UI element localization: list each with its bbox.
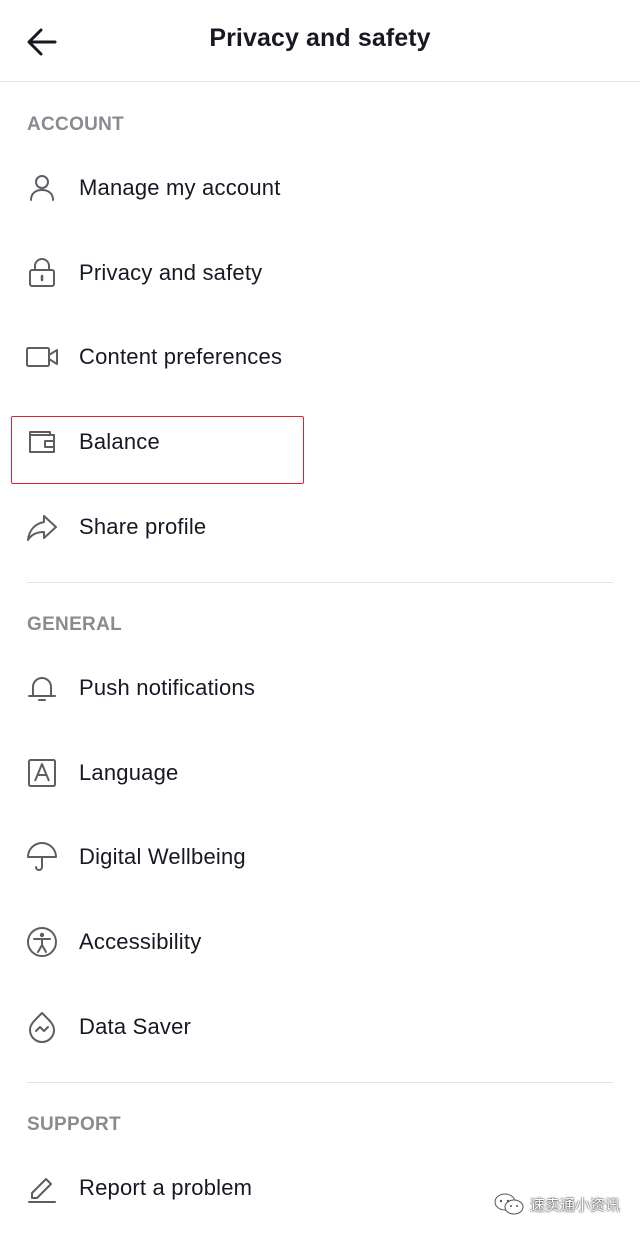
- header: Privacy and safety: [0, 0, 640, 82]
- menu-item-balance[interactable]: Balance: [0, 400, 640, 484]
- lock-icon: [25, 256, 59, 290]
- section-title-support: SUPPORT: [27, 1114, 121, 1135]
- menu-item-data-saver[interactable]: Data Saver: [0, 985, 640, 1069]
- divider: [27, 1082, 613, 1083]
- page-title: Privacy and safety: [209, 24, 431, 52]
- person-icon: [25, 171, 59, 205]
- umbrella-icon: [25, 840, 59, 874]
- wechat-logo-icon: [494, 1193, 524, 1215]
- menu-item-digital-wellbeing[interactable]: Digital Wellbeing: [0, 815, 640, 899]
- menu-label: Balance: [79, 429, 160, 454]
- menu-item-content-preferences[interactable]: Content preferences: [0, 315, 640, 399]
- wallet-icon: [25, 425, 59, 459]
- watermark-text: 速卖通小资讯: [529, 1196, 620, 1214]
- menu-label: Manage my account: [79, 175, 281, 200]
- menu-label: Report a problem: [79, 1175, 253, 1200]
- accessibility-icon: [25, 925, 59, 959]
- menu-item-manage-account[interactable]: Manage my account: [0, 146, 640, 230]
- menu-item-privacy-safety[interactable]: Privacy and safety: [0, 231, 640, 315]
- menu-item-accessibility[interactable]: Accessibility: [0, 900, 640, 984]
- menu-item-push-notifications[interactable]: Push notifications: [0, 646, 640, 730]
- menu-item-language[interactable]: Language: [0, 731, 640, 815]
- divider: [27, 582, 613, 583]
- menu-label: Accessibility: [79, 929, 202, 954]
- menu-item-share-profile[interactable]: Share profile: [0, 485, 640, 569]
- video-camera-icon: [25, 340, 59, 374]
- menu-label: Digital Wellbeing: [79, 844, 246, 869]
- menu-label: Content preferences: [79, 344, 283, 369]
- menu-label: Language: [79, 760, 179, 785]
- watermark: 速卖通小资讯: [494, 1192, 620, 1216]
- menu-label: Push notifications: [79, 675, 256, 700]
- menu-label: Share profile: [79, 514, 207, 539]
- section-title-account: ACCOUNT: [27, 114, 125, 135]
- section-title-general: GENERAL: [27, 614, 122, 635]
- pencil-icon: [25, 1171, 59, 1205]
- menu-label: Data Saver: [79, 1014, 192, 1039]
- data-saver-icon: [25, 1010, 59, 1044]
- menu-label: Privacy and safety: [79, 260, 263, 285]
- menu-item-report-problem[interactable]: Report a problem: [0, 1146, 640, 1230]
- share-arrow-icon: [25, 510, 59, 544]
- bell-icon: [25, 671, 59, 705]
- letter-a-icon: [25, 756, 59, 790]
